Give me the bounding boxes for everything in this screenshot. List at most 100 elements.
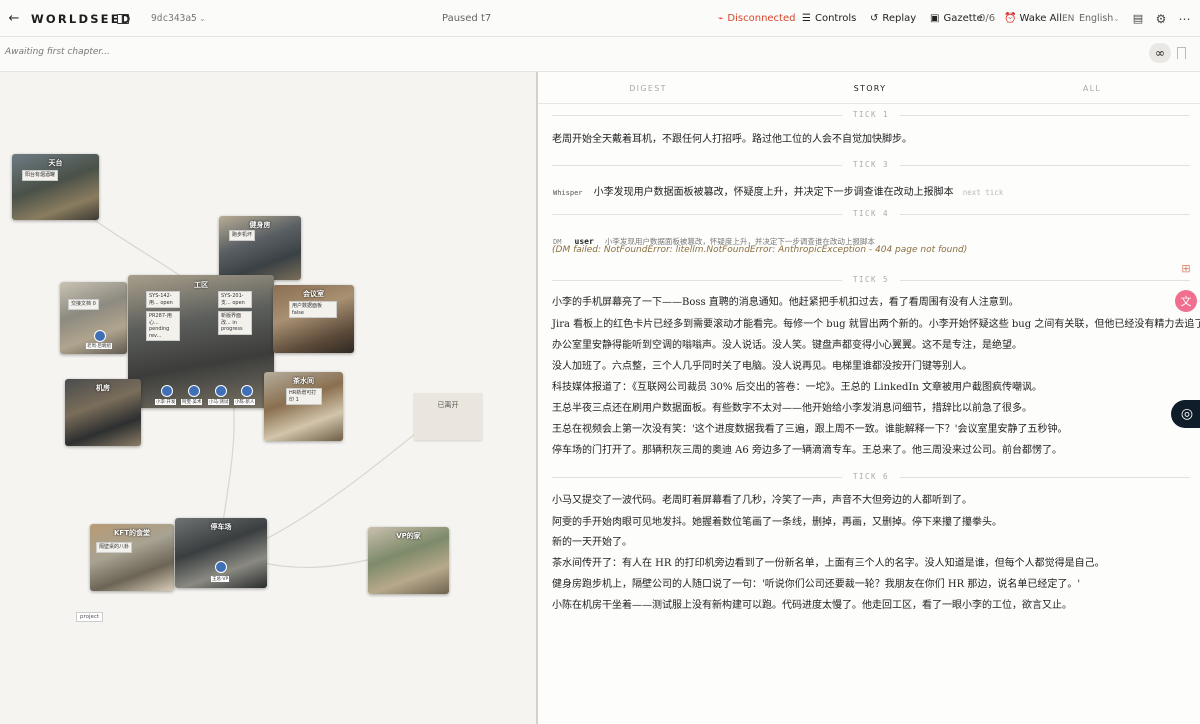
room-desk[interactable]: 交接文档 0 老周·后端组: [60, 282, 127, 354]
tick-label: TICK 3: [852, 160, 890, 169]
room-item-tag[interactable]: 隔壁桌的八卦: [96, 542, 133, 553]
dm-error: (DM failed: NotFoundError: litellm.NotFo…: [552, 245, 968, 255]
room-title: 已离开: [437, 401, 459, 409]
ticket-card[interactable]: SYS-201-支... open: [218, 291, 252, 308]
chapter-bar: Awaiting first chapter... ∞: [0, 37, 1200, 72]
agent-label: 小陈·新人: [234, 399, 256, 405]
more-icon[interactable]: ⋯: [1178, 0, 1192, 37]
agent-avatar[interactable]: [94, 330, 106, 342]
chapter-status: Awaiting first chapter...: [5, 47, 110, 57]
ticket-card[interactable]: PR287-用心... pending rev...: [146, 311, 180, 341]
tick-divider: TICK 3: [552, 160, 1190, 170]
agent-label: 小马·测试: [208, 399, 230, 405]
language-select[interactable]: English: [1079, 0, 1113, 37]
bookmark-icon[interactable]: [1177, 47, 1186, 59]
room-cafeteria[interactable]: KFT的食堂 隔壁桌的八卦: [90, 524, 174, 591]
tick-label: TICK 5: [852, 275, 890, 284]
camera-icon: ▣: [930, 13, 940, 24]
agent-label: 王总·VP: [211, 576, 230, 582]
room-rooftop[interactable]: 天台 阳台有烟酒罐: [12, 154, 99, 220]
grid-plus-icon[interactable]: ⊞: [1176, 258, 1196, 278]
room-item-tag[interactable]: HR新增可打印 1: [286, 388, 322, 405]
sim-status: Paused: [442, 13, 478, 24]
assistant-icon[interactable]: ◎: [1171, 400, 1200, 428]
chevron-down-icon[interactable]: ⌄: [199, 0, 206, 37]
agent-avatar[interactable]: [161, 385, 173, 397]
story-paragraph: 茶水间传开了：有人在 HR 的打印机旁边看到了一份新名单，上面有三个人的名字。没…: [552, 558, 1105, 569]
current-tick: t7: [481, 13, 492, 24]
whisper-tag: Whisper: [553, 189, 583, 197]
room-title: 茶水间: [293, 377, 314, 385]
book-icon[interactable]: [117, 0, 131, 37]
room-item-tag[interactable]: 跑步机坏: [229, 230, 256, 241]
connection-status[interactable]: ⌁ Disconnected: [718, 0, 795, 37]
project-tag[interactable]: project: [76, 612, 104, 622]
room-server[interactable]: 机房: [65, 379, 141, 446]
room-title: 会议室: [303, 290, 324, 298]
story-paragraph: 小马又提交了一波代码。老周盯着屏幕看了几秒，冷笑了一声，声音不大但旁边的人都听到…: [552, 495, 972, 506]
room-tea[interactable]: 茶水间 HR新增可打印 1: [264, 372, 343, 441]
gazette-count: 0/6: [979, 13, 996, 24]
replay-icon: ↺: [870, 13, 879, 24]
agent-avatar[interactable]: [215, 561, 227, 573]
ticket-card[interactable]: 新版界面改... in progress: [218, 311, 252, 335]
world-hash-select[interactable]: 9dc343a5: [151, 0, 197, 37]
room-title: 机房: [96, 384, 110, 392]
tab-story[interactable]: STORY: [854, 84, 887, 93]
ticket-card[interactable]: SYS-142-用... open: [146, 291, 180, 308]
gear-icon[interactable]: ⚙: [1154, 0, 1168, 37]
tick-label: TICK 6: [852, 472, 890, 481]
tick-divider: TICK 4: [552, 209, 1190, 219]
room-meeting[interactable]: 会议室 用户数据面板 false: [273, 285, 354, 353]
bell-icon: ⏰: [1004, 13, 1017, 24]
replay-button[interactable]: ↺ Replay: [870, 0, 916, 37]
room-vp-home[interactable]: VP的家: [368, 527, 449, 594]
story-paragraph: Jira 看板上的红色卡片已经多到需要滚动才能看完。每修一个 bug 就冒出两个…: [552, 319, 1200, 330]
room-item-tag[interactable]: 交接文档 0: [68, 299, 99, 310]
wake-label: Wake All: [1019, 13, 1062, 24]
story-paragraph: 老周开始全天戴着耳机，不跟任何人打招呼。路过他工位的人会不自觉加快脚步。: [552, 134, 912, 145]
agent-avatar[interactable]: [215, 385, 227, 397]
story-paragraph: 阿雯的手开始肉眼可见地发抖。她握着数位笔画了一条线，删掉，再画，又删掉。停下来攥…: [552, 517, 1002, 528]
tick-divider: TICK 1: [552, 110, 1190, 120]
room-gym[interactable]: 健身房 跑步机坏: [219, 216, 301, 280]
agent-label: 老周·后端组: [86, 343, 112, 349]
story-paragraph: 停车场的门打开了。那辆积灰三周的奥迪 A6 旁边多了一辆滴滴专车。王总来了。他三…: [552, 445, 1062, 456]
controls-button[interactable]: ☰ Controls: [802, 0, 856, 37]
world-map[interactable]: 天台 阳台有烟酒罐 健身房 跑步机坏 交接文档 0 老周·后端组 工区 SYS-…: [0, 72, 536, 724]
tab-all[interactable]: ALL: [1083, 84, 1101, 93]
room-title: 停车场: [210, 523, 232, 531]
room-item-tag[interactable]: 阳台有烟酒罐: [22, 170, 59, 181]
agent-label: 小李·开发: [155, 399, 177, 405]
room-title: VP的家: [396, 532, 421, 540]
agent-avatar[interactable]: [241, 385, 253, 397]
room-parking[interactable]: 停车场 王总·VP: [175, 518, 267, 588]
next-tick-label: next tick: [962, 188, 1004, 197]
newspaper-icon[interactable]: ▤: [1131, 0, 1145, 37]
controls-label: Controls: [814, 13, 857, 24]
story-paragraph: 办公室里安静得能听到空调的嗡嗡声。没人说话。没人笑。键盘声都变得小心翼翼。这不是…: [552, 340, 1022, 351]
room-title: 天台: [48, 159, 63, 167]
tick-label: TICK 1: [852, 110, 890, 119]
room-departed[interactable]: 已离开: [414, 393, 482, 440]
tick-divider: TICK 6: [552, 472, 1190, 482]
chevron-down-icon[interactable]: ⌄: [1113, 0, 1120, 37]
room-title: 工区: [194, 281, 208, 289]
gazette-button[interactable]: ▣ Gazette: [930, 0, 983, 37]
wake-all-button[interactable]: ⏰ Wake All: [1004, 0, 1062, 37]
room-title: 健身房: [249, 221, 271, 229]
tab-digest[interactable]: DIGEST: [629, 84, 667, 93]
infinity-icon[interactable]: ∞: [1149, 43, 1171, 63]
room-title: KFT的食堂: [114, 529, 150, 537]
gazette-label: Gazette: [943, 13, 983, 24]
translate-icon[interactable]: 文: [1175, 290, 1197, 312]
agent-avatar[interactable]: [188, 385, 200, 397]
agent-label: 阿雯·美术: [181, 399, 203, 405]
top-bar: ← WORLDSEED 9dc343a5 ⌄ Paused t7 ⌁ Disco…: [0, 0, 1200, 37]
story-paragraph: 科技媒体报道了：《互联网公司裁员 30% 后交出的答卷：一坨》。王总的 Link…: [552, 382, 1042, 393]
room-workspace[interactable]: 工区 SYS-142-用... open SYS-201-支... open P…: [128, 275, 274, 408]
story-tabs: DIGEST STORY ALL: [538, 72, 1200, 104]
back-arrow-icon[interactable]: ←: [6, 0, 22, 37]
room-item-tag[interactable]: 用户数据面板 false: [289, 301, 337, 318]
whisper-text: 小李发现用户数据面板被篡改，怀疑度上升，并决定下一步调查谁在改动上报脚本: [593, 187, 954, 198]
